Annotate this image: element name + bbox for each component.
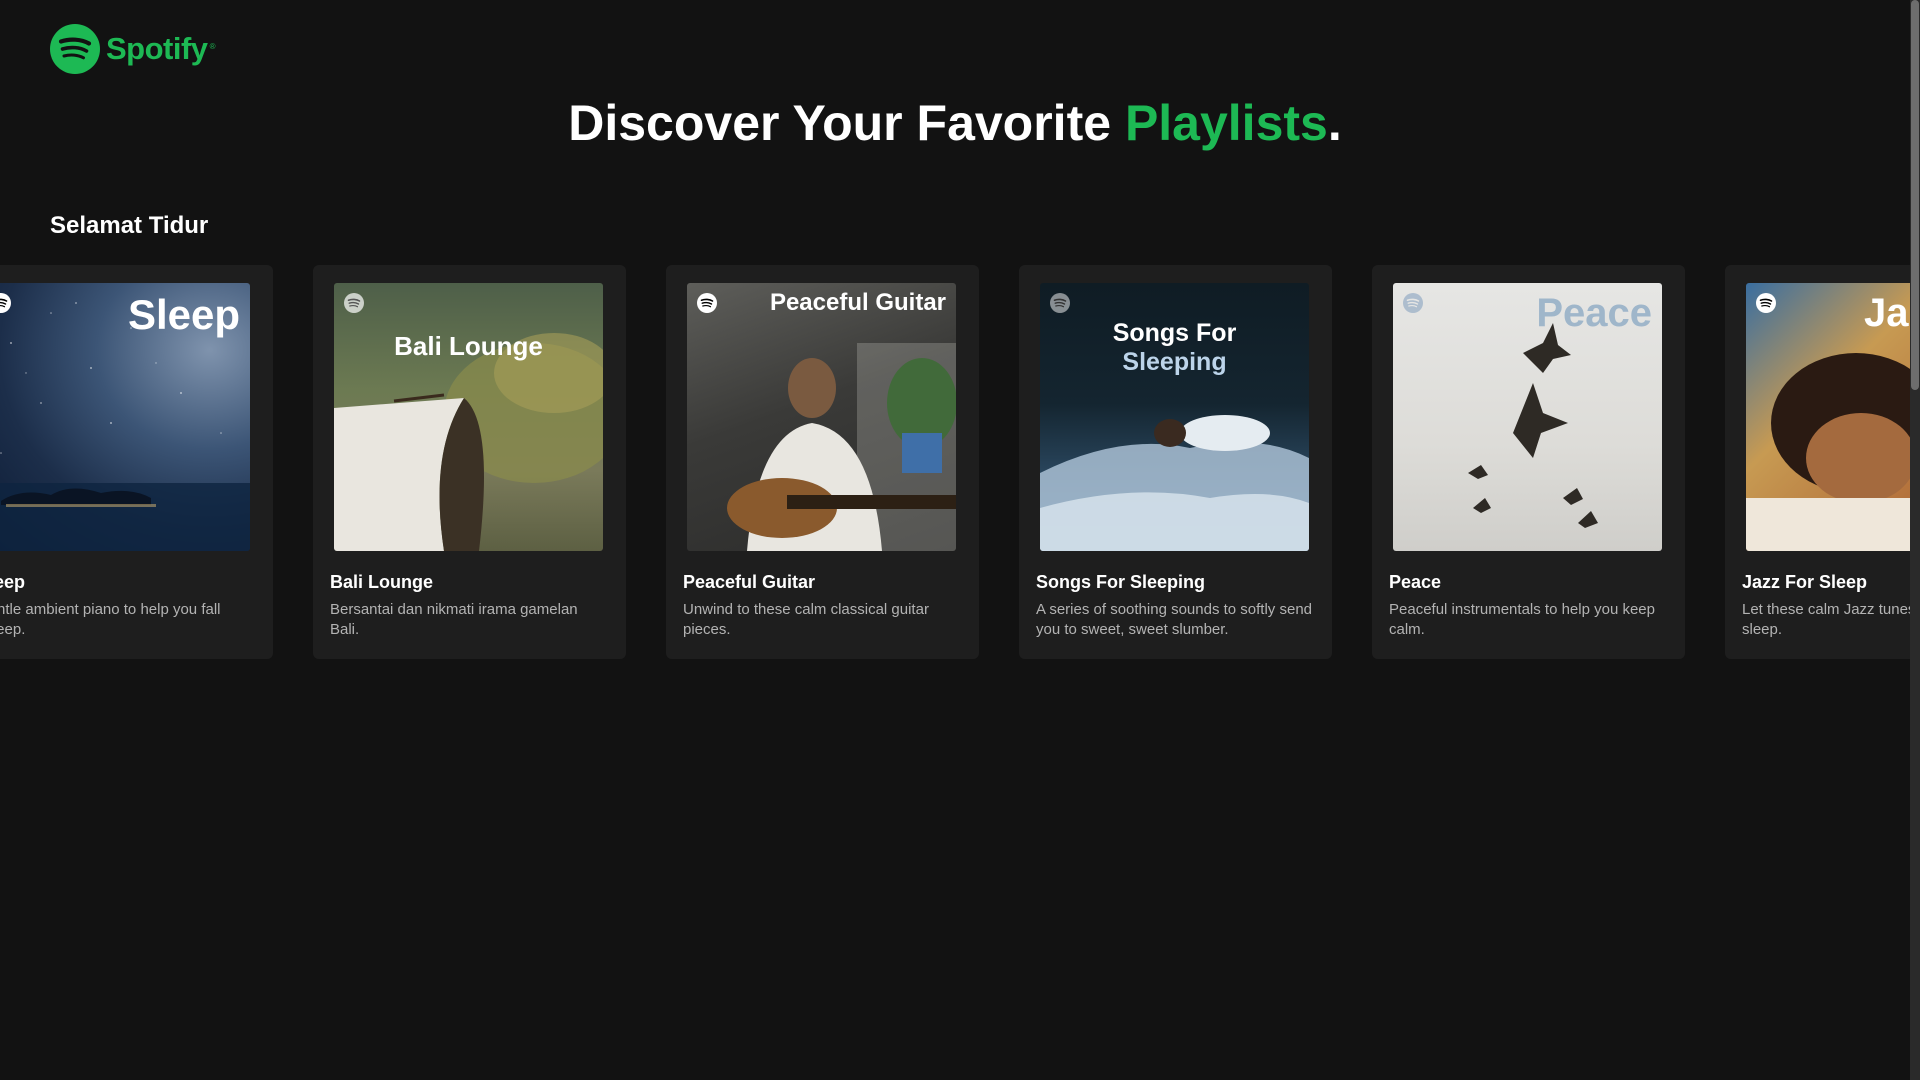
hero-title-suffix: . xyxy=(1327,95,1342,151)
playlist-description: Peaceful instrumentals to help you keep … xyxy=(1389,601,1655,638)
playlist-description: A series of soothing sounds to softly se… xyxy=(1036,601,1312,638)
playlist-cover: Peace xyxy=(1393,283,1662,551)
scrollbar-thumb[interactable] xyxy=(1911,0,1919,390)
playlist-card-peaceful-guitar[interactable]: Peaceful Guitar Peaceful Guitar Unwind t… xyxy=(666,265,979,659)
playlist-card-sleep[interactable]: Sleep Sleep Gentle ambient piano to help… xyxy=(0,265,273,659)
playlist-title: Bali Lounge xyxy=(330,572,433,592)
cover-title-text: Peaceful Guitar xyxy=(769,289,946,316)
cover-title-text: Bali Lounge xyxy=(394,331,543,361)
section-title: Selamat Tidur xyxy=(50,212,209,239)
spotify-badge-icon xyxy=(0,293,11,313)
spotify-logo[interactable]: Spotify ® xyxy=(50,24,215,74)
spotify-badge-icon xyxy=(1756,293,1776,313)
cover-artwork xyxy=(727,343,956,551)
cover-title-text: Ja xyxy=(1864,291,1909,335)
spotify-badge-icon xyxy=(1403,293,1423,313)
playlist-row: Sleep Sleep Gentle ambient piano to help… xyxy=(0,265,1920,660)
playlist-title: Peaceful Guitar xyxy=(683,572,816,592)
playlist-card-songs-for-sleeping[interactable]: Songs For Sleeping Songs For Sleeping A … xyxy=(1019,265,1332,659)
playlist-description: Let these calm Jazz tunes lull you to sl… xyxy=(1742,601,1920,638)
playlist-description: Gentle ambient piano to help you fall as… xyxy=(0,601,221,638)
page: Spotify ® Discover Your Favorite Playlis… xyxy=(0,0,1920,1080)
cover-title-text: Peace xyxy=(1536,291,1652,335)
cover-artwork xyxy=(334,333,603,551)
playlist-description: Bersantai dan nikmati irama gamelan Bali… xyxy=(330,601,578,638)
hero-title-accent: Playlists xyxy=(1124,95,1328,151)
hero-title-prefix: Discover Your Favorite xyxy=(568,95,1125,151)
trademark-mark: ® xyxy=(209,42,216,51)
hero-title: Discover Your Favorite Playlists. xyxy=(0,94,1910,152)
cover-title-line-1: Songs For xyxy=(1112,319,1237,347)
playlist-title: Sleep xyxy=(0,572,26,592)
playlist-card-peace[interactable]: Peace Peace Peaceful instrumentals to he… xyxy=(1372,265,1685,659)
playlist-cover: Ja xyxy=(1746,283,1920,551)
playlist-card-bali-lounge[interactable]: Bali Lounge Bali Lounge Bersantai dan ni… xyxy=(313,265,626,659)
vertical-scrollbar[interactable] xyxy=(1910,0,1920,1080)
playlist-cover: Sleep xyxy=(0,283,250,551)
playlist-title: Jazz For Sleep xyxy=(1742,572,1868,592)
cover-title-text: Sleep xyxy=(127,291,240,338)
playlist-title: Songs For Sleeping xyxy=(1036,572,1206,592)
playlist-title: Peace xyxy=(1389,572,1442,592)
spotify-icon xyxy=(50,24,100,74)
playlist-cover: Bali Lounge xyxy=(334,283,603,551)
spotify-wordmark: Spotify xyxy=(106,31,208,66)
spotify-badge-icon xyxy=(344,293,364,313)
cover-title-text: Songs For Sleeping xyxy=(1040,319,1309,377)
spotify-badge-icon xyxy=(1050,293,1070,313)
playlist-card-jazz-for-sleep[interactable]: Ja Jazz For Sleep Let these calm Jazz tu… xyxy=(1725,265,1920,659)
cover-title-line-2: Sleeping xyxy=(1122,348,1227,376)
playlist-cover: Peaceful Guitar xyxy=(687,283,956,551)
playlist-cover: Songs For Sleeping xyxy=(1040,283,1309,551)
playlist-description: Unwind to these calm classical guitar pi… xyxy=(683,601,929,638)
spotify-badge-icon xyxy=(697,293,717,313)
